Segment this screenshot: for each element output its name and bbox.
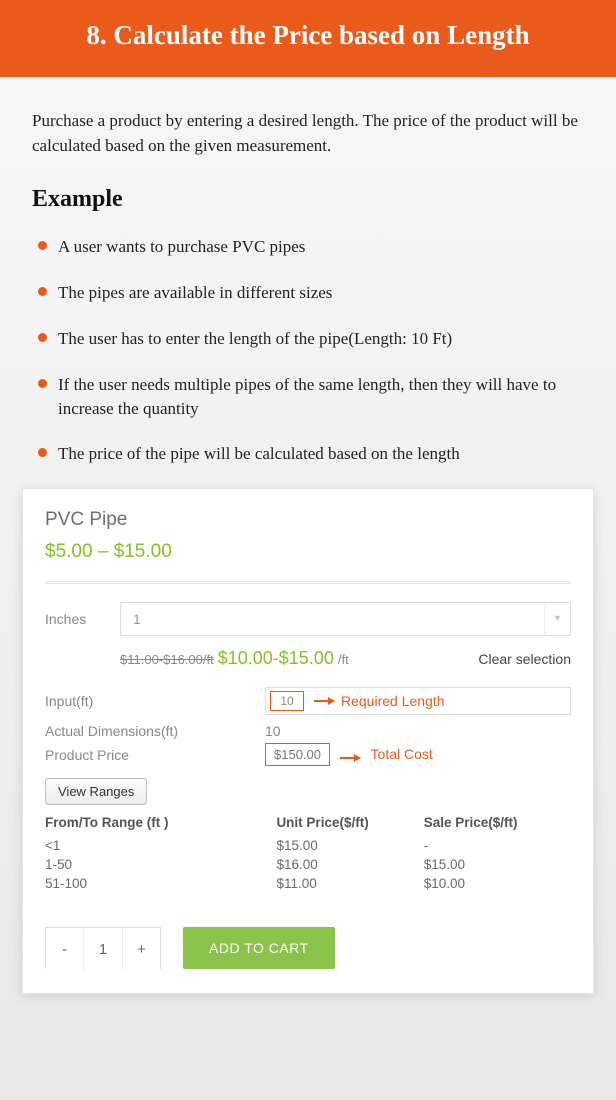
price-annotation: Total Cost bbox=[371, 746, 433, 762]
product-price-value: $150.00 bbox=[265, 743, 330, 766]
cell: - bbox=[424, 836, 571, 855]
example-heading: Example bbox=[32, 186, 584, 213]
input-label: Input(ft) bbox=[45, 693, 265, 709]
th-sale: Sale Price($/ft) bbox=[424, 815, 571, 836]
price-value-area: $150.00 Total Cost bbox=[265, 743, 571, 766]
cell: $15.00 bbox=[276, 836, 423, 855]
size-row: Inches 1 ▾ bbox=[45, 602, 571, 636]
qty-minus-button[interactable]: - bbox=[46, 928, 84, 970]
unit-price-line: $11.00-$16.00/ft $10.00-$15.00/ft Clear … bbox=[120, 648, 571, 669]
table-row: 51-100 $11.00 $10.00 bbox=[45, 874, 571, 893]
table-row: 1-50 $16.00 $15.00 bbox=[45, 855, 571, 874]
example-list: A user wants to purchase PVC pipes The p… bbox=[32, 235, 584, 466]
price-row: Product Price $150.00 Total Cost bbox=[45, 743, 571, 766]
intro-text: Purchase a product by entering a desired… bbox=[32, 109, 584, 158]
size-value: 1 bbox=[121, 611, 544, 627]
list-item: The pipes are available in different siz… bbox=[38, 281, 584, 305]
qty-plus-button[interactable]: + bbox=[122, 928, 160, 970]
clear-selection-link[interactable]: Clear selection bbox=[478, 651, 571, 667]
actual-row: Actual Dimensions(ft) 10 bbox=[45, 723, 571, 739]
ranges-table: From/To Range (ft ) Unit Price($/ft) Sal… bbox=[45, 815, 571, 893]
list-item: The price of the pipe will be calculated… bbox=[38, 442, 584, 466]
size-select[interactable]: 1 ▾ bbox=[120, 602, 571, 636]
page-header: 8. Calculate the Price based on Length bbox=[0, 0, 616, 77]
qty-input[interactable] bbox=[84, 928, 122, 970]
divider bbox=[45, 581, 571, 584]
actual-label: Actual Dimensions(ft) bbox=[45, 723, 265, 739]
strike-price: $11.00-$16.00/ft bbox=[120, 652, 214, 667]
content-area: Purchase a product by entering a desired… bbox=[0, 77, 616, 466]
actual-value: 10 bbox=[265, 723, 571, 739]
cell: $16.00 bbox=[276, 855, 423, 874]
length-input[interactable] bbox=[270, 691, 304, 711]
cell: 51-100 bbox=[45, 874, 276, 893]
list-item: The user has to enter the length of the … bbox=[38, 327, 584, 351]
per-ft: /ft bbox=[338, 652, 349, 667]
cell: $11.00 bbox=[276, 874, 423, 893]
price-label: Product Price bbox=[45, 747, 265, 763]
table-row: <1 $15.00 - bbox=[45, 836, 571, 855]
chevron-down-icon: ▾ bbox=[544, 602, 570, 636]
input-wrap: Required Length bbox=[265, 687, 571, 715]
arrow-right-icon bbox=[314, 697, 335, 705]
cell: $15.00 bbox=[424, 855, 571, 874]
sale-price: $10.00-$15.00 bbox=[218, 648, 334, 669]
input-row: Input(ft) Required Length bbox=[45, 687, 571, 715]
product-card: PVC Pipe $5.00 – $15.00 Inches 1 ▾ $11.0… bbox=[22, 488, 594, 994]
add-to-cart-button[interactable]: ADD TO CART bbox=[183, 927, 335, 969]
th-range: From/To Range (ft ) bbox=[45, 815, 276, 836]
product-price-range: $5.00 – $15.00 bbox=[45, 541, 571, 563]
cell: $10.00 bbox=[424, 874, 571, 893]
product-title: PVC Pipe bbox=[45, 509, 571, 531]
view-ranges-button[interactable]: View Ranges bbox=[45, 778, 147, 805]
list-item: If the user needs multiple pipes of the … bbox=[38, 373, 584, 421]
cell: 1-50 bbox=[45, 855, 276, 874]
input-annotation: Required Length bbox=[341, 693, 445, 709]
cart-footer: - + ADD TO CART bbox=[45, 927, 571, 969]
arrow-right-icon bbox=[340, 754, 361, 762]
list-item: A user wants to purchase PVC pipes bbox=[38, 235, 584, 259]
cell: <1 bbox=[45, 836, 276, 855]
size-label: Inches bbox=[45, 611, 120, 627]
quantity-stepper: - + bbox=[45, 927, 161, 969]
th-unit: Unit Price($/ft) bbox=[276, 815, 423, 836]
